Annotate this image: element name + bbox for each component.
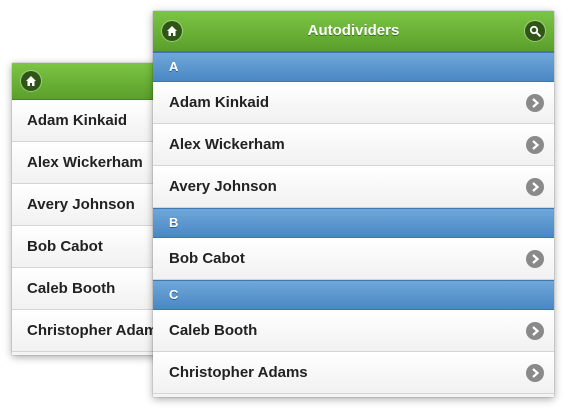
chevron-right-icon — [526, 94, 544, 112]
list-item[interactable]: Christopher Adams — [12, 310, 162, 352]
list-item[interactable]: Adam Kinkaid — [153, 82, 554, 124]
list-divider-c: C — [153, 280, 554, 310]
chevron-right-icon — [526, 178, 544, 196]
page-title: Autodividers — [307, 22, 400, 39]
list-divider-a: A — [153, 52, 554, 82]
list-item-label: Christopher Adams — [169, 364, 308, 381]
list-item[interactable]: Christopher Adams — [153, 352, 554, 394]
list-item-label: Avery Johnson — [169, 178, 277, 195]
back-header — [12, 63, 162, 100]
list-divider-b: B — [153, 208, 554, 238]
list-item-label: Bob Cabot — [169, 250, 245, 267]
search-button[interactable] — [525, 21, 545, 41]
back-screen: Adam Kinkaid Alex Wickerham Avery Johnso… — [12, 63, 162, 355]
front-screen: Autodividers A Adam Kinkaid Alex Wickerh… — [153, 11, 554, 397]
list-item[interactable]: Alex Wickerham — [12, 142, 162, 184]
list-item[interactable]: Bob Cabot — [12, 226, 162, 268]
chevron-right-icon — [526, 322, 544, 340]
list-item[interactable]: Caleb Booth — [12, 268, 162, 310]
autodivider-list: A Adam Kinkaid Alex Wickerham Avery John… — [153, 52, 554, 394]
chevron-right-icon — [526, 136, 544, 154]
list-item[interactable]: Bob Cabot — [153, 238, 554, 280]
list-item[interactable]: Avery Johnson — [12, 184, 162, 226]
list-item-label: Adam Kinkaid — [169, 94, 270, 111]
header-bar: Autodividers — [153, 11, 554, 52]
list-item[interactable]: Avery Johnson — [153, 166, 554, 208]
list-item[interactable]: Caleb Booth — [153, 310, 554, 352]
list-item[interactable]: Adam Kinkaid — [12, 100, 162, 142]
back-home-button[interactable] — [21, 71, 41, 91]
chevron-right-icon — [526, 364, 544, 382]
chevron-right-icon — [526, 250, 544, 268]
list-item[interactable]: Alex Wickerham — [153, 124, 554, 166]
home-icon — [26, 76, 36, 86]
list-item-label: Caleb Booth — [169, 322, 258, 339]
back-list: Adam Kinkaid Alex Wickerham Avery Johnso… — [12, 100, 162, 352]
search-icon — [529, 25, 541, 37]
list-item-label: Alex Wickerham — [169, 136, 285, 153]
